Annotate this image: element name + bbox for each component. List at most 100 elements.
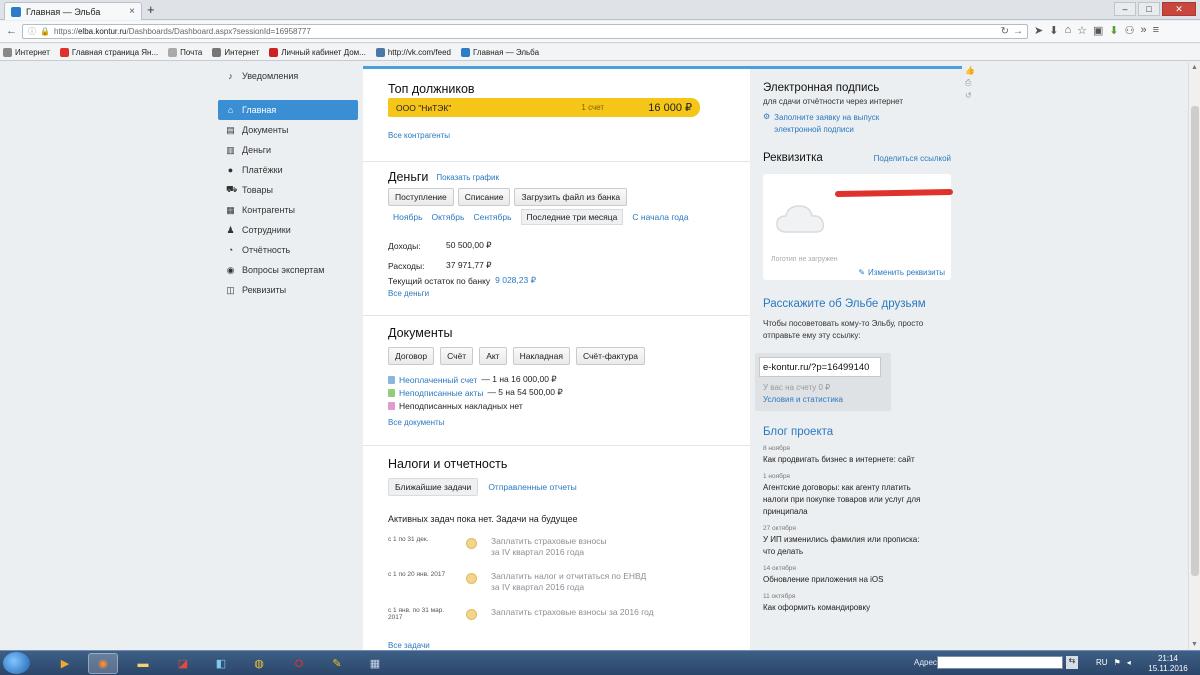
referral-link-input[interactable]: e-kontur.ru/?p=16499140	[759, 357, 881, 377]
all-documents-link[interactable]: Все документы	[388, 418, 563, 427]
bookmark-item[interactable]: Почта	[168, 47, 202, 57]
create-document-button[interactable]: Акт	[479, 347, 507, 365]
bookmark-item[interactable]: http://vk.com/feed	[375, 47, 451, 57]
print-icon[interactable]: ⎙	[965, 78, 975, 88]
firefox-icon[interactable]: ◉	[88, 653, 118, 674]
sidebar-item-documents[interactable]: ▤ Документы	[218, 120, 358, 140]
overflow-icon[interactable]: »	[1140, 24, 1146, 37]
window-close-icon[interactable]: ✕	[1162, 2, 1196, 16]
tab-upcoming-tasks[interactable]: Ближайшие задачи	[388, 478, 479, 496]
clipboard-icon[interactable]: ▣	[1093, 24, 1103, 37]
scroll-up-icon[interactable]: ▲	[1191, 64, 1198, 71]
address-go-icon[interactable]: ⇆	[1066, 656, 1078, 669]
bookmark-item[interactable]: Главная страница Ян...	[59, 47, 158, 57]
flag-icon[interactable]: ⚑	[1114, 658, 1121, 667]
sidebar-item-label: Отчётность	[242, 245, 291, 255]
money-button[interactable]: Поступление	[388, 188, 454, 206]
period-tab[interactable]: Октябрь	[432, 212, 465, 222]
maximize-icon[interactable]: □	[1138, 2, 1160, 16]
sidebar-item-notifications[interactable]: ♪ Уведомления	[218, 66, 358, 86]
like-icon[interactable]: 👍	[965, 66, 975, 75]
all-tasks-link[interactable]: Все задачи	[388, 641, 430, 650]
language-indicator[interactable]: RU	[1096, 658, 1108, 667]
blog-post-title[interactable]: Как оформить командировку	[763, 602, 933, 614]
sidebar-item-contractors[interactable]: ▦ Контрагенты	[218, 200, 358, 220]
blog-post-title[interactable]: У ИП изменились фамилия или прописка: чт…	[763, 534, 933, 558]
minimize-icon[interactable]: –	[1114, 2, 1136, 16]
signature-request-link[interactable]: Заполните заявку на выпуск электронной п…	[774, 112, 904, 136]
sidebar-item-employee[interactable]: ♟ Сотрудники	[218, 220, 358, 240]
task-text[interactable]: Заплатить страховые взносы за 2016 год	[491, 607, 654, 618]
referral-terms-link[interactable]: Условия и статистика	[763, 395, 843, 404]
presentation-app-icon[interactable]: ◪	[168, 653, 198, 674]
blog-title[interactable]: Блог проекта	[763, 426, 951, 438]
media-player-icon[interactable]: ▶	[50, 653, 80, 674]
period-tab[interactable]: Последние три месяца	[520, 209, 624, 225]
addon-icon[interactable]: ⬇	[1109, 24, 1118, 37]
edit-requisites-link[interactable]: Изменить реквизиты	[868, 268, 945, 277]
start-button[interactable]	[3, 652, 30, 674]
back-icon[interactable]: ←	[6, 25, 17, 37]
blog-post-title[interactable]: Обновление приложения на iOS	[763, 574, 933, 586]
show-graph-link[interactable]: Показать график	[436, 173, 499, 182]
extension-icon[interactable]: ⚇	[1125, 24, 1135, 37]
download-icon[interactable]: ⬇	[1049, 24, 1058, 37]
notes-app-icon[interactable]: ◧	[206, 653, 236, 674]
refresh-share-icon[interactable]: ↺	[965, 91, 975, 100]
sidebar-item-experts[interactable]: ◉ Вопросы экспертам	[218, 260, 358, 280]
bookmark-star-icon[interactable]: ☆	[1077, 24, 1087, 37]
period-tab[interactable]: Сентябрь	[473, 212, 511, 222]
scroll-thumb[interactable]	[1191, 106, 1199, 576]
clock[interactable]: 21:14 15.11.2016	[1148, 654, 1188, 674]
period-tab[interactable]: Ноябрь	[393, 212, 423, 222]
close-tab-icon[interactable]: ×	[129, 6, 135, 17]
unsigned-acts-link[interactable]: Неподписанные акты	[399, 388, 483, 398]
new-tab-icon[interactable]: +	[147, 2, 155, 17]
unpaid-invoice-link[interactable]: Неоплаченный счет	[399, 375, 477, 385]
create-document-button[interactable]: Счёт-фактура	[575, 347, 646, 365]
money-button[interactable]: Списание	[457, 188, 511, 206]
explorer-folder-icon[interactable]: ▬	[128, 653, 158, 674]
home-browser-icon[interactable]: ⌂	[1064, 24, 1071, 37]
blog-post-title[interactable]: Как продвигать бизнес в интернете: сайт	[763, 454, 933, 466]
address-bar[interactable]: ⓘ 🔒 https://elba.kontur.ru/Dashboards/Da…	[22, 24, 1028, 39]
bookmark-item[interactable]: Интернет	[212, 47, 260, 57]
share-link[interactable]: Поделиться ссылкой	[874, 154, 951, 163]
menu-icon[interactable]: ≡	[1153, 24, 1159, 37]
opera-icon[interactable]: O	[284, 653, 314, 674]
create-document-button[interactable]: Накладная	[512, 347, 570, 365]
scroll-down-icon[interactable]: ▼	[1191, 641, 1198, 648]
all-contractors-link[interactable]: Все контрагенты	[388, 131, 450, 140]
period-tab[interactable]: С начала года	[632, 212, 688, 222]
task-text[interactable]: Заплатить налог и отчитаться по ЕНВД за I…	[491, 571, 646, 593]
sidebar-item-payments[interactable]: ● Платёжки	[218, 160, 358, 180]
sidebar-item-cart[interactable]: ⛟ Товары	[218, 180, 358, 200]
create-document-button[interactable]: Счёт	[440, 347, 474, 365]
tool-app-icon[interactable]: ✎	[322, 653, 352, 674]
browser-tab-active[interactable]: Главная — Эльба ×	[4, 2, 142, 20]
reload-icon[interactable]: ↻	[1001, 26, 1009, 37]
bookmark-item[interactable]: Главная — Эльба	[460, 47, 539, 57]
bookmark-item[interactable]: Личный кабинет Дом...	[269, 47, 366, 57]
send-icon[interactable]: ➤	[1034, 24, 1043, 37]
balance-value[interactable]: 9 028,23 ₽	[495, 275, 536, 286]
create-document-button[interactable]: Договор	[388, 347, 435, 365]
all-money-link[interactable]: Все деньги	[388, 289, 536, 298]
page-scrollbar[interactable]: ▲ ▼	[1188, 62, 1200, 650]
sidebar-item-money[interactable]: ▥ Деньги	[218, 140, 358, 160]
tab-sent-reports[interactable]: Отправленные отчеты	[488, 482, 576, 492]
task-text[interactable]: Заплатить страховые взносы за IV квартал …	[491, 536, 607, 558]
debtor-bar[interactable]: ООО "НиТЭК" 1 счет 16 000 ₽	[388, 98, 700, 117]
address-toolbar-input[interactable]	[937, 656, 1063, 669]
chrome-icon[interactable]: ◍	[244, 653, 274, 674]
bookmark-label: Интернет	[224, 47, 260, 57]
sidebar-item-reports[interactable]: ◔ Отчётность	[218, 240, 358, 260]
money-button[interactable]: Загрузить файл из банка	[514, 188, 628, 206]
blog-post-title[interactable]: Агентские договоры: как агенту платить н…	[763, 482, 933, 518]
go-icon[interactable]: →	[1013, 26, 1023, 37]
bookmark-item[interactable]: Интернет	[3, 47, 50, 57]
sidebar-item-requisites[interactable]: ◫ Реквизиты	[218, 280, 358, 300]
sidebar-item-home[interactable]: ⌂ Главная	[218, 100, 358, 120]
calculator-icon[interactable]: ▦	[360, 653, 390, 674]
volume-icon[interactable]: ◂	[1127, 658, 1131, 667]
